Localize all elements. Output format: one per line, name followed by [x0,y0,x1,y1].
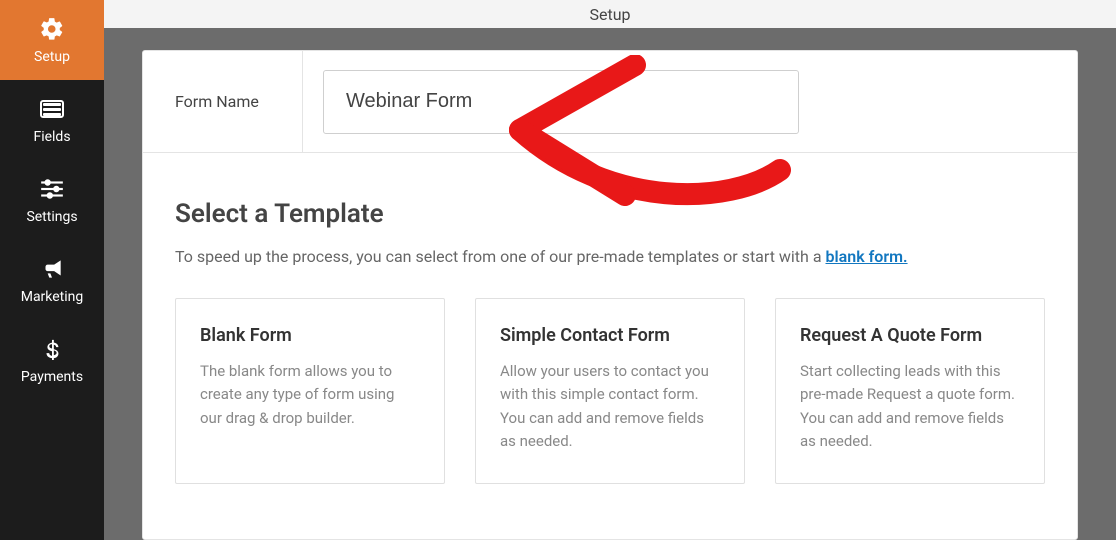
sidebar-label-setup: Setup [34,49,70,65]
sidebar-label-payments: Payments [21,369,83,385]
template-desc: Start collecting leads with this pre-mad… [800,360,1020,453]
sidebar-item-payments[interactable]: Payments [0,320,104,400]
content-wrapper: Form Name Select a Template To speed up … [104,28,1116,540]
form-name-label: Form Name [143,51,303,152]
form-name-row: Form Name [143,51,1077,153]
sidebar: Setup Fields Settings Marketing Payments [0,0,104,540]
template-card-request-quote[interactable]: Request A Quote Form Start collecting le… [775,298,1045,484]
select-template-title: Select a Template [175,199,1045,229]
page-title: Setup [589,5,630,24]
template-desc: The blank form allows you to create any … [200,360,420,430]
select-template-desc: To speed up the process, you can select … [175,247,1045,266]
sidebar-label-settings: Settings [26,209,77,225]
blank-form-link[interactable]: blank form. [826,247,908,266]
select-template-desc-text: To speed up the process, you can select … [175,247,826,266]
template-title: Blank Form [200,325,420,346]
template-title: Request A Quote Form [800,325,1020,346]
template-card-simple-contact[interactable]: Simple Contact Form Allow your users to … [475,298,745,484]
template-card-blank[interactable]: Blank Form The blank form allows you to … [175,298,445,484]
panel-body: Select a Template To speed up the proces… [143,153,1077,516]
dollar-icon [38,335,66,363]
list-icon [38,95,66,123]
template-title: Simple Contact Form [500,325,720,346]
form-name-input-cell [303,70,1077,134]
sidebar-item-setup[interactable]: Setup [0,0,104,80]
sidebar-label-fields: Fields [33,129,70,145]
template-desc: Allow your users to contact you with thi… [500,360,720,453]
main-area: Setup Form Name Select a Template To spe… [104,0,1116,540]
form-name-input[interactable] [323,70,799,134]
sidebar-item-fields[interactable]: Fields [0,80,104,160]
gear-icon [38,15,66,43]
sliders-icon [38,175,66,203]
topbar: Setup [104,0,1116,28]
sidebar-label-marketing: Marketing [21,289,84,305]
bullhorn-icon [38,255,66,283]
sidebar-item-marketing[interactable]: Marketing [0,240,104,320]
templates-grid: Blank Form The blank form allows you to … [175,298,1045,484]
sidebar-item-settings[interactable]: Settings [0,160,104,240]
panel: Form Name Select a Template To speed up … [142,50,1078,540]
